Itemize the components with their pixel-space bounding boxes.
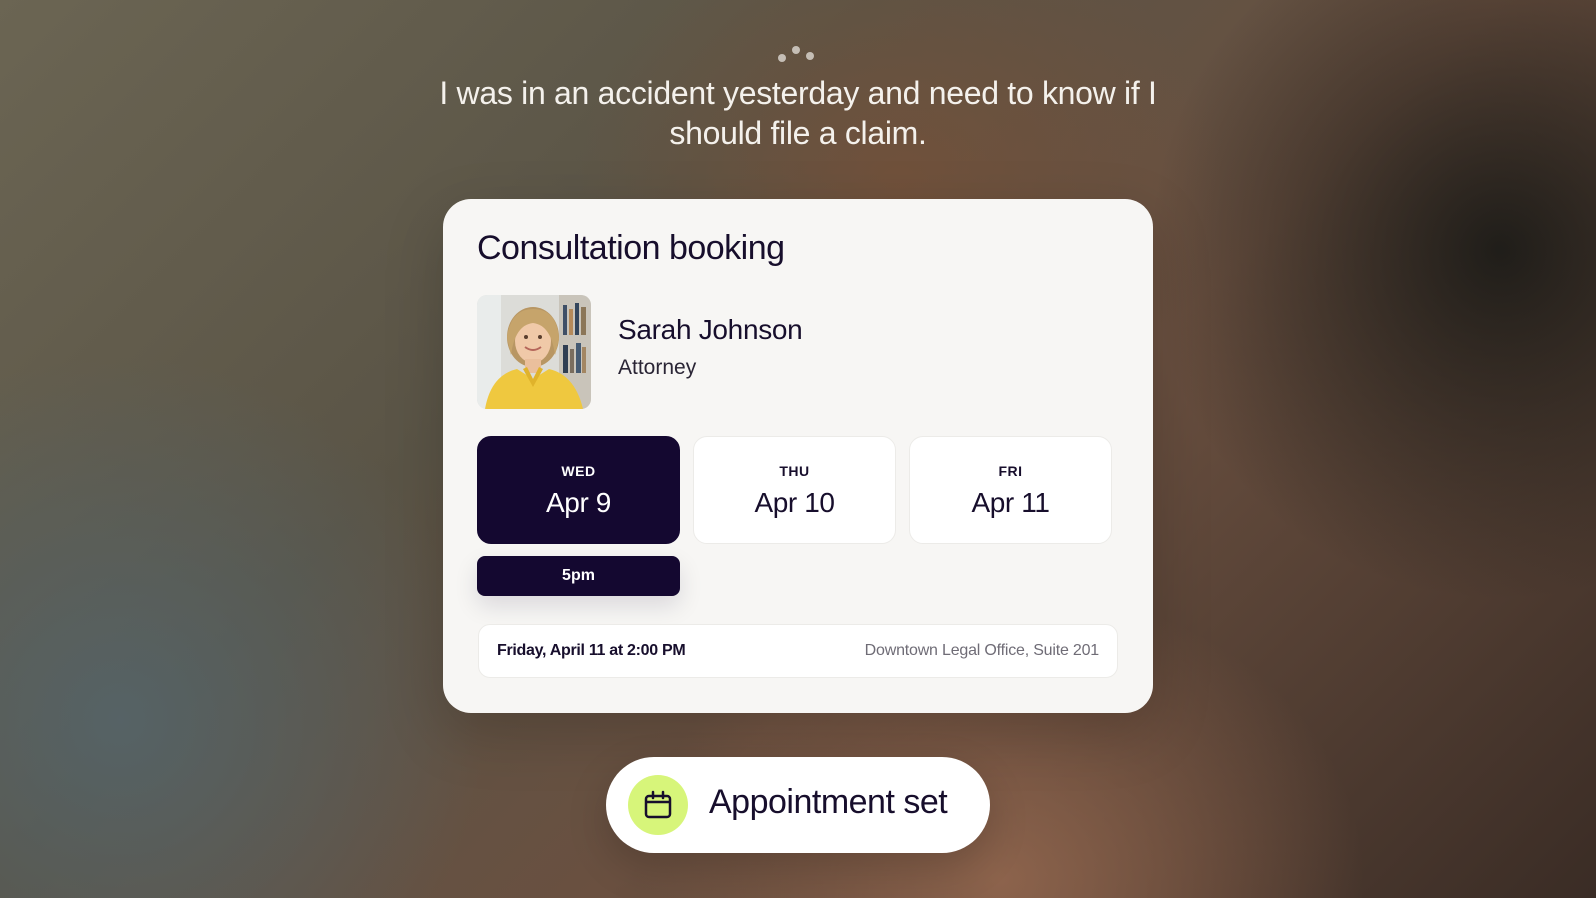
date-dow: WED	[561, 463, 596, 479]
time-slot-button[interactable]: 5pm	[477, 556, 680, 596]
calendar-icon	[628, 775, 688, 835]
date-label: Apr 9	[546, 487, 611, 518]
appointment-location: Downtown Legal Office, Suite 201	[864, 642, 1100, 659]
appointment-set-toast: Appointment set	[606, 757, 990, 853]
date-option-wed-apr-9[interactable]: WED Apr 9	[477, 436, 680, 544]
card-title: Consultation booking	[477, 229, 785, 267]
date-option-thu-apr-10[interactable]: THU Apr 10	[693, 436, 896, 544]
typing-dots-icon	[778, 44, 818, 66]
appointment-datetime: Friday, April 11 at 2:00 PM	[497, 642, 686, 659]
user-prompt-text: I was in an accident yesterday and need …	[439, 75, 1157, 151]
date-label: Apr 11	[971, 487, 1050, 518]
date-dow: FRI	[998, 463, 1023, 479]
attorney-avatar	[477, 295, 591, 409]
attorney-name: Sarah Johnson	[618, 314, 803, 345]
consultation-booking-card: Consultation booking Sarah Johnson Attor…	[443, 199, 1153, 713]
toast-label: Appointment set	[709, 783, 948, 821]
attorney-role: Attorney	[618, 356, 697, 379]
date-label: Apr 10	[754, 487, 835, 518]
date-option-fri-apr-11[interactable]: FRI Apr 11	[909, 436, 1112, 544]
appointment-summary: Friday, April 11 at 2:00 PM Downtown Leg…	[478, 624, 1118, 678]
date-dow: THU	[779, 463, 810, 479]
